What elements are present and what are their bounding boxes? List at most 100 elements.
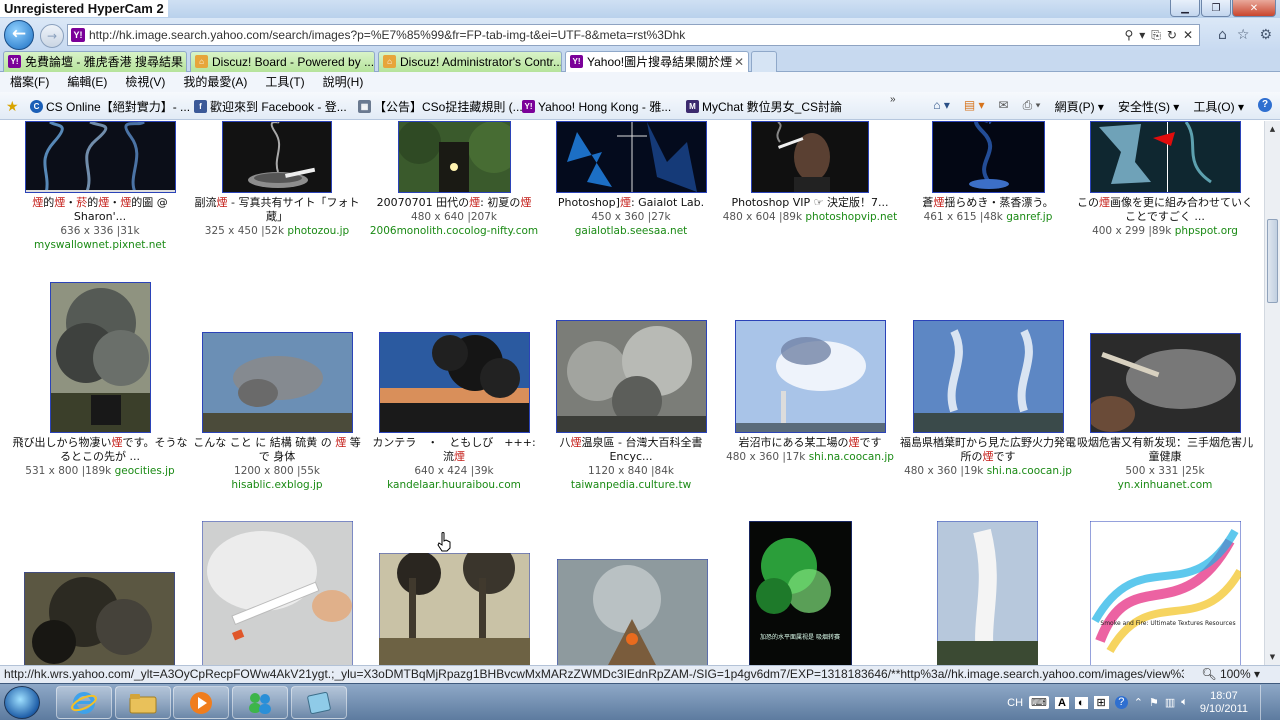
help-icon[interactable]: ? xyxy=(1258,98,1272,112)
new-tab-button[interactable] xyxy=(751,51,777,72)
compatibility-icon[interactable]: ⎘ xyxy=(1151,28,1161,43)
help-icon[interactable]: ? xyxy=(1114,696,1128,709)
maximize-button[interactable]: ❐ xyxy=(1201,0,1231,17)
menu-file[interactable]: 檔案(F) xyxy=(10,72,49,92)
result-thumbnail[interactable] xyxy=(555,121,707,193)
result-item[interactable]: カンテラ ・ ともしび +++: 流煙 640 x 424 |39k kande… xyxy=(366,332,542,492)
mail-icon[interactable]: ✉ xyxy=(999,98,1009,115)
result-thumbnail[interactable]: 加恐的水平面属视是 吸烟转赛 xyxy=(749,521,852,665)
taskbar-app[interactable] xyxy=(291,686,347,719)
menu-help[interactable]: 說明(H) xyxy=(323,72,364,92)
chevron-down-icon[interactable]: ⌃ xyxy=(1134,696,1143,709)
chevron-down-icon[interactable]: ▾ xyxy=(1139,28,1145,43)
close-tab-icon[interactable]: ✕ xyxy=(734,52,744,72)
result-thumbnail[interactable] xyxy=(202,521,353,665)
result-thumbnail[interactable] xyxy=(937,521,1038,665)
result-source[interactable]: ganref.jp xyxy=(1006,211,1052,223)
result-source[interactable]: 2006monolith.cocolog-nifty.com xyxy=(366,224,542,238)
tab-forum-search[interactable]: Y! 免費論壇 - 雅虎香港 搜尋結果 xyxy=(3,51,187,72)
result-item[interactable]: Photoshop]煙: Gaialot Lab. 450 x 360 |27k… xyxy=(543,121,719,238)
result-title[interactable]: 20070701 田代の煙: 初夏の煙 xyxy=(366,196,542,210)
favorite-mychat[interactable]: M MyChat 數位男女_CS討論 xyxy=(686,98,842,115)
result-thumbnail[interactable] xyxy=(24,121,176,193)
result-title[interactable]: 岩沼市にある某工場の煙です xyxy=(722,436,898,450)
scroll-up-icon[interactable]: ▲ xyxy=(1265,121,1280,137)
result-thumbnail[interactable] xyxy=(222,121,332,193)
result-thumbnail[interactable] xyxy=(201,332,353,433)
result-thumbnail[interactable] xyxy=(24,572,175,665)
favorites-star-icon[interactable]: ★ xyxy=(6,98,19,115)
taskbar-media-player[interactable] xyxy=(173,686,229,719)
address-url[interactable]: http://hk.image.search.yahoo.com/search/… xyxy=(89,28,1118,42)
result-source[interactable]: gaialotlab.seesaa.net xyxy=(543,224,719,238)
result-item[interactable]: 蒼煙揺らめき・蒸香漂う。 461 x 615 |48k ganref.jp xyxy=(900,121,1076,224)
result-source[interactable]: kandelaar.huuraibou.com xyxy=(366,478,542,492)
taskbar-messenger[interactable] xyxy=(232,686,288,719)
network-icon[interactable]: ▥ xyxy=(1165,696,1175,709)
result-thumbnail[interactable] xyxy=(751,121,869,193)
result-item[interactable]: 福島県楢葉町から見た広野火力発電所の煙です 480 x 360 |19k shi… xyxy=(900,320,1076,478)
result-source[interactable]: geocities.jp xyxy=(115,465,175,477)
favorite-cs-online[interactable]: C CS Online【絕對實力】- ... xyxy=(30,98,190,115)
menu-tools[interactable]: 工具(T) xyxy=(265,72,304,92)
result-title[interactable]: 吸烟危害又有新发现：三手烟危害儿童健康 xyxy=(1077,436,1253,464)
scroll-down-icon[interactable]: ▼ xyxy=(1265,649,1280,665)
volume-icon[interactable]: 🔈︎ xyxy=(1181,696,1188,709)
vertical-scrollbar[interactable]: ▲ ▼ xyxy=(1264,121,1280,665)
ime-mode-icon[interactable]: ⊞ xyxy=(1093,696,1109,709)
minimize-button[interactable]: ▁ xyxy=(1170,0,1200,17)
result-item[interactable]: 八煙温泉區 - 台灣大百科全書 Encyc... 1120 x 840 |84k… xyxy=(543,320,719,492)
result-source[interactable]: hisablic.exblog.jp xyxy=(231,479,322,491)
result-title[interactable]: カンテラ ・ ともしび +++: 流煙 xyxy=(366,436,542,464)
start-button[interactable] xyxy=(4,686,40,719)
menu-favorites[interactable]: 我的最愛(A) xyxy=(183,72,247,92)
home-icon[interactable]: ⌂ xyxy=(1218,27,1227,43)
result-item[interactable]: Photoshop VIP ☞ 決定版！7... 480 x 604 |89k … xyxy=(722,121,898,224)
taskbar-ie[interactable] xyxy=(56,686,112,719)
more-favorites-icon[interactable]: » xyxy=(890,94,896,105)
result-thumbnail[interactable] xyxy=(49,282,151,433)
show-desktop-button[interactable] xyxy=(1260,685,1272,720)
print-icon[interactable]: ⎙ ▾ xyxy=(1023,98,1041,115)
result-item[interactable]: この煙画像を更に組み合わせていくことですごく ... 400 x 299 |89… xyxy=(1077,121,1253,238)
result-item[interactable]: 20070701 田代の煙: 初夏の煙 480 x 640 |207k 2006… xyxy=(366,121,542,238)
result-source[interactable]: photozou.jp xyxy=(287,225,349,237)
result-thumbnail[interactable] xyxy=(734,320,886,433)
stop-icon[interactable]: ✕ xyxy=(1183,28,1193,43)
half-width-icon[interactable]: ◐ xyxy=(1074,696,1088,709)
input-language[interactable]: CH xyxy=(1007,697,1023,709)
result-source[interactable]: photoshopvip.net xyxy=(805,211,897,223)
result-source[interactable]: shi.na.coocan.jp xyxy=(809,451,894,463)
result-title[interactable]: 飛び出しから物凄い煙です。そうなるとこの先が ... xyxy=(12,436,188,464)
result-title[interactable]: 八煙温泉區 - 台灣大百科全書 Encyc... xyxy=(543,436,719,464)
result-source[interactable]: myswallownet.pixnet.net xyxy=(12,238,188,252)
result-thumbnail[interactable] xyxy=(931,121,1045,193)
result-title[interactable]: 煙的煙・菸的煙・煙的圖 @ Sharon'... xyxy=(12,196,188,224)
result-item[interactable]: 吸烟危害又有新发现：三手烟危害儿童健康 500 x 331 |25k yn.xi… xyxy=(1077,333,1253,492)
result-title[interactable]: 蒼煙揺らめき・蒸香漂う。 xyxy=(900,196,1076,210)
tab-yahoo-images[interactable]: Y! Yahoo!圖片搜尋結果關於煙 ✕ xyxy=(565,51,749,73)
action-center-flag-icon[interactable]: ⚑ xyxy=(1149,696,1159,709)
scroll-thumb[interactable] xyxy=(1267,219,1278,303)
result-thumbnail[interactable] xyxy=(555,320,707,433)
favorites-star-icon[interactable]: ☆ xyxy=(1237,27,1250,43)
search-icon[interactable]: ⚲ xyxy=(1124,28,1133,43)
result-thumbnail[interactable] xyxy=(397,121,511,193)
result-thumbnail[interactable] xyxy=(378,332,530,433)
tab-discuz-board[interactable]: ⌂ Discuz! Board - Powered by ... xyxy=(190,51,375,72)
favorite-yahoo-hk[interactable]: Y! Yahoo! Hong Kong - 雅... xyxy=(522,98,671,115)
ime-icon[interactable]: ⌨ xyxy=(1029,696,1049,709)
result-item[interactable]: 岩沼市にある某工場の煙です 480 x 360 |17k shi.na.cooc… xyxy=(722,320,898,464)
menu-edit[interactable]: 編輯(E) xyxy=(67,72,107,92)
page-menu[interactable]: 網頁(P) ▾ xyxy=(1055,98,1104,115)
result-title[interactable]: Photoshop VIP ☞ 決定版！7... xyxy=(722,196,898,210)
result-source[interactable]: shi.na.coocan.jp xyxy=(987,465,1072,477)
result-item[interactable]: 飛び出しから物凄い煙です。そうなるとこの先が ... 531 x 800 |18… xyxy=(12,282,188,478)
font-a-icon[interactable]: A xyxy=(1054,696,1069,709)
tools-menu[interactable]: 工具(O) ▾ xyxy=(1193,98,1244,115)
address-bar[interactable]: Y! http://hk.image.search.yahoo.com/sear… xyxy=(67,24,1200,46)
clock[interactable]: 18:07 9/10/2011 xyxy=(1200,690,1248,716)
result-thumbnail[interactable] xyxy=(1089,121,1241,193)
menu-view[interactable]: 檢視(V) xyxy=(125,72,165,92)
favorite-facebook[interactable]: f 歡迎來到 Facebook - 登... xyxy=(194,98,347,115)
